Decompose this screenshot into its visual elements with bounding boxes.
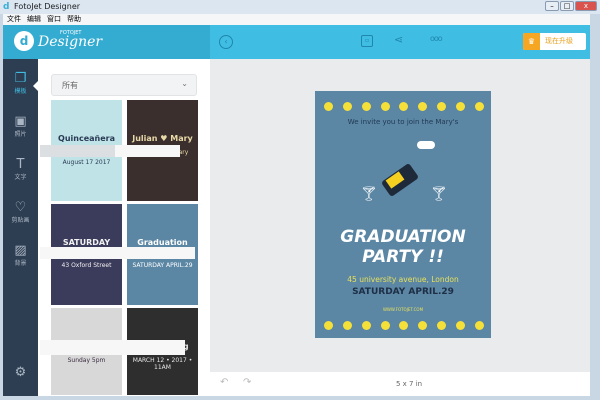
dot-row-top (319, 102, 489, 111)
poster-dot (456, 321, 466, 330)
sidebar-item-clipart[interactable]: ♡ 剪贴画 (3, 200, 38, 225)
menu-edit[interactable]: 编辑 (27, 14, 41, 25)
text-icon: T (16, 157, 25, 172)
header-logo-area (3, 25, 210, 59)
poster-address[interactable]: 45 university avenue, London (315, 275, 491, 284)
poster-dot (474, 102, 484, 111)
poster-dot (437, 321, 447, 330)
sidebar-item-text[interactable]: T 文字 (3, 157, 38, 182)
back-icon[interactable]: ‹ (219, 35, 233, 49)
poster-dot (342, 102, 352, 111)
overlay-mask (40, 340, 185, 355)
poster-dot (361, 321, 371, 330)
photo-icon: ▣ (14, 114, 27, 129)
poster-dot (323, 102, 333, 111)
design-canvas[interactable]: We invite you to join the Mary's 🍸︎ 🍸︎ G… (315, 91, 491, 338)
category-dropdown[interactable]: 所有 ⌄ (51, 74, 197, 96)
logo-brand: FOTOJET (60, 30, 82, 36)
poster-dot (323, 321, 333, 330)
close-button[interactable]: x (575, 1, 597, 11)
minimize-button[interactable]: – (545, 1, 559, 11)
poster-title-line2[interactable]: PARTY !! (315, 247, 491, 267)
glass-right-icon: 🍸︎ (430, 186, 448, 202)
dot-row-bottom (319, 321, 489, 330)
maximize-button[interactable]: □ (560, 1, 574, 11)
glass-left-icon: 🍸︎ (360, 186, 378, 202)
menu-help[interactable]: 帮助 (67, 14, 81, 25)
clipart-icon: ♡ (14, 200, 27, 215)
template-subtitle: SATURDAY APRIL.29 (132, 262, 193, 269)
logo-text: Designer (38, 34, 103, 50)
overlay-mask (40, 247, 195, 259)
template-subtitle: Sunday 5pm (67, 357, 106, 364)
poster-title-line1[interactable]: GRADUATION (315, 227, 491, 247)
logo-icon: d (14, 31, 34, 51)
poster-dot (418, 321, 428, 330)
sidebar-item-photos[interactable]: ▣ 照片 (3, 114, 38, 139)
undo-icon[interactable]: ↶ (220, 377, 228, 388)
overlay-mask (115, 145, 180, 157)
poster-invite-text[interactable]: We invite you to join the Mary's (315, 118, 491, 126)
overlay-mask (40, 145, 115, 157)
poster-dot (399, 102, 409, 111)
poster-dot (342, 321, 352, 330)
poster-dot (456, 102, 466, 111)
poster-dot (418, 102, 428, 111)
poster-dot (380, 102, 390, 111)
poster-website[interactable]: WWW.FOTOJET.COM (315, 307, 491, 312)
poster-dot (437, 102, 447, 111)
menu-file[interactable]: 文件 (7, 14, 21, 25)
poster-dot (474, 321, 484, 330)
sidebar (3, 59, 38, 396)
template-subtitle: MARCH 12 • 2017 • 11AM (132, 357, 193, 371)
template-title: Julian ♥ Mary (132, 134, 193, 143)
chevron-down-icon: ⌄ (181, 79, 188, 88)
champagne-illustration (373, 141, 435, 211)
bottom-bar: ↶ ↷ 5 x 7 in (210, 372, 590, 396)
template-subtitle: 43 Oxford Street (61, 262, 112, 269)
sidebar-item-background[interactable]: ▨ 背景 (3, 243, 38, 268)
template-title: Quinceañera (58, 134, 115, 143)
window-border (590, 14, 600, 400)
settings-button[interactable]: ⚙ (3, 366, 38, 380)
share-icon[interactable]: ⋖ (394, 33, 403, 46)
redo-icon[interactable]: ↷ (243, 377, 251, 388)
poster-dot (380, 321, 390, 330)
menu-bar: 文件 编辑 窗口 帮助 (3, 14, 590, 25)
app-icon: d (3, 2, 10, 12)
poster-date[interactable]: SATURDAY APRIL.29 (315, 287, 491, 297)
menu-window[interactable]: 窗口 (47, 14, 61, 25)
save-icon[interactable]: ▫ (361, 35, 373, 47)
canvas-size-label: 5 x 7 in (396, 380, 423, 388)
poster-dot (399, 321, 409, 330)
crown-icon: ♛ (523, 33, 540, 50)
window-title: FotoJet Designer (0, 0, 600, 14)
more-icon[interactable]: ooo (430, 34, 443, 43)
background-icon: ▨ (14, 243, 27, 258)
template-detail: August 17 2017 (62, 159, 111, 166)
poster-dot (361, 102, 371, 111)
gear-icon: ⚙ (14, 365, 27, 380)
